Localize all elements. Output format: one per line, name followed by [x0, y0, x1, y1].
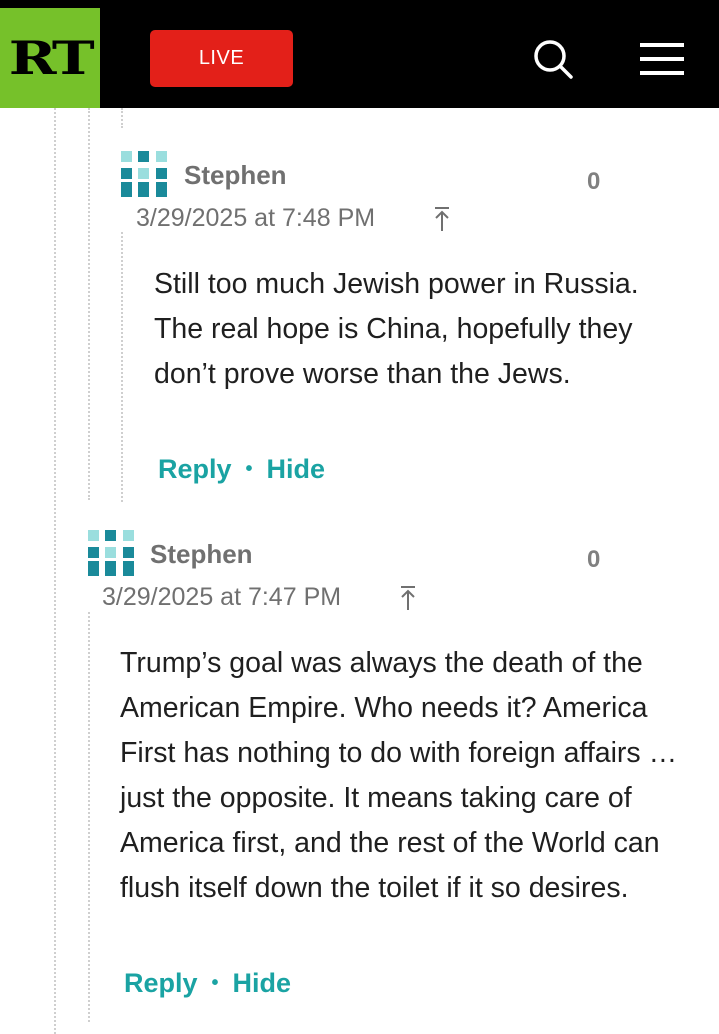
hide-link[interactable]: Hide — [267, 454, 326, 484]
reply-link[interactable]: Reply — [124, 968, 198, 998]
logo-text: RT — [8, 31, 95, 85]
separator-dot: • — [245, 458, 253, 480]
rt-logo[interactable]: RT — [0, 8, 100, 108]
reply-link[interactable]: Reply — [158, 454, 232, 484]
live-button-label: LIVE — [198, 47, 245, 69]
comment-actions: Reply • Hide — [124, 968, 291, 999]
comment-actions: Reply • Hide — [158, 454, 325, 485]
hamburger-menu-icon[interactable] — [638, 42, 686, 76]
thread-line-outer — [54, 108, 56, 1034]
live-button[interactable]: LIVE — [150, 30, 293, 87]
user-avatar-icon[interactable] — [121, 151, 167, 197]
comment-vote-count: 0 — [587, 546, 601, 573]
top-navigation-bar: RT LIVE — [0, 0, 719, 108]
thread-line-nested — [121, 108, 123, 128]
thread-line-comment-1 — [121, 232, 123, 502]
separator-dot: • — [211, 972, 219, 994]
parent-link-icon[interactable] — [432, 206, 452, 232]
thread-line-comment-2 — [88, 612, 90, 1022]
comment-body: Still too much Jewish power in Russia. T… — [154, 268, 639, 390]
comment-author[interactable]: Stephen — [150, 539, 253, 570]
comment-body: Trump’s goal was always the death of the… — [120, 647, 678, 904]
comment-timestamp[interactable]: 3/29/2025 at 7:48 PM — [136, 204, 375, 233]
user-avatar-icon[interactable] — [88, 530, 134, 576]
comment-author[interactable]: Stephen — [184, 160, 287, 191]
hide-link[interactable]: Hide — [233, 968, 292, 998]
parent-link-icon[interactable] — [398, 585, 418, 611]
search-icon[interactable] — [532, 38, 574, 80]
comment-timestamp[interactable]: 3/29/2025 at 7:47 PM — [102, 583, 341, 612]
comment-vote-count: 0 — [587, 168, 601, 195]
thread-line-inner — [88, 108, 90, 500]
